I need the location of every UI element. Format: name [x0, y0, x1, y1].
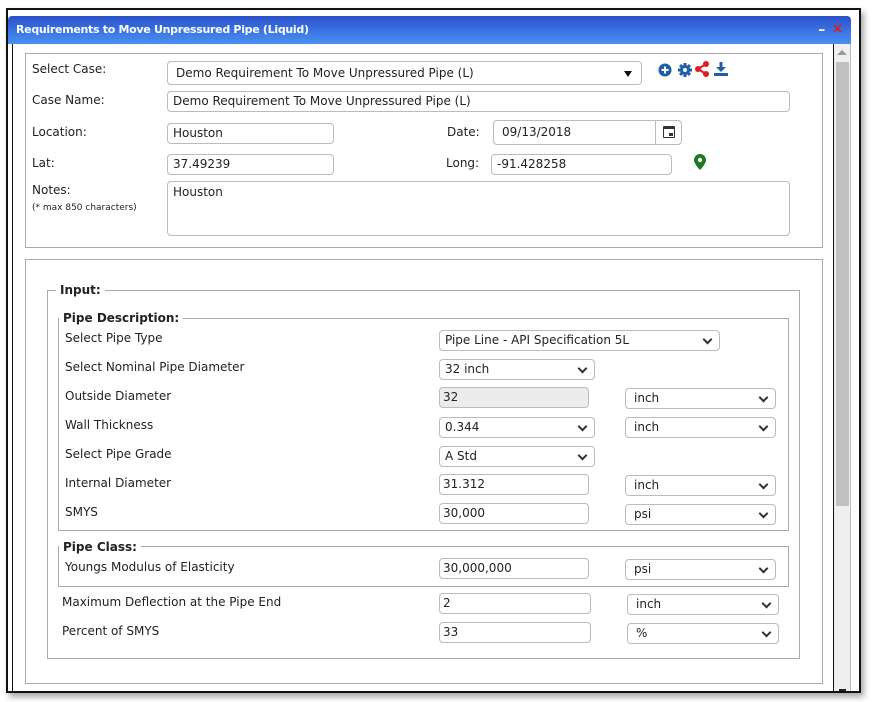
lat-input[interactable]: 37.49239 [167, 154, 334, 175]
dialog-title-bar: Requirements to Move Unpressured Pipe (L… [8, 16, 851, 44]
content-border-left [12, 44, 13, 691]
notes-value: Houston [173, 185, 223, 199]
calendar-icon [663, 126, 675, 138]
vertical-scrollbar[interactable] [834, 44, 851, 691]
scroll-up-arrow-icon[interactable] [837, 50, 847, 55]
chevron-down-icon [758, 479, 769, 490]
nominal-diameter-label: Select Nominal Pipe Diameter [65, 360, 245, 374]
youngs-modulus-value: 30,000,000 [443, 561, 512, 575]
map-pin-icon[interactable] [694, 154, 706, 170]
wall-thickness-unit-select[interactable]: inch [625, 417, 776, 438]
scrollbar-thumb[interactable] [836, 62, 849, 506]
smys-input[interactable]: 30,000 [439, 503, 589, 524]
chevron-down-icon [758, 563, 769, 574]
pipe-description-legend: Pipe Description: [59, 311, 184, 325]
internal-diameter-input[interactable]: 31.312 [439, 474, 589, 495]
internal-diameter-value: 31.312 [443, 477, 485, 491]
download-icon[interactable] [714, 62, 728, 76]
outside-diameter-label: Outside Diameter [65, 389, 172, 403]
close-button[interactable]: × [832, 21, 844, 37]
max-deflection-label: Maximum Deflection at the Pipe End [62, 595, 282, 609]
youngs-modulus-label: Youngs Modulus of Elasticity [65, 560, 235, 574]
outside-diameter-input: 32 [439, 387, 589, 408]
location-value: Houston [173, 126, 223, 140]
wall-thickness-select[interactable]: 0.344 [439, 417, 595, 438]
plus-circle-icon[interactable] [658, 63, 672, 77]
outside-diameter-unit-select[interactable]: inch [625, 388, 776, 409]
notes-label: Notes: [32, 183, 71, 197]
case-name-label: Case Name: [32, 93, 105, 107]
pipe-class-legend: Pipe Class: [59, 540, 141, 554]
dialog-title: Requirements to Move Unpressured Pipe (L… [16, 23, 309, 36]
outside-diameter-unit-value: inch [634, 391, 660, 405]
wall-thickness-unit-value: inch [634, 420, 660, 434]
pipe-type-label: Select Pipe Type [65, 331, 163, 345]
chevron-down-icon [577, 450, 588, 461]
smys-value: 30,000 [443, 506, 485, 520]
percent-smys-unit-value: % [636, 626, 648, 640]
percent-smys-value: 33 [443, 625, 459, 639]
smys-label: SMYS [65, 505, 98, 519]
chevron-down-icon [758, 508, 769, 519]
pipe-type-value: Pipe Line - API Specification 5L [445, 333, 630, 347]
pipe-grade-select[interactable]: A Std [439, 446, 595, 467]
pipe-grade-label: Select Pipe Grade [65, 447, 172, 461]
date-value: 09/13/2018 [502, 125, 572, 139]
max-deflection-input[interactable]: 2 [439, 593, 591, 614]
percent-smys-unit-select[interactable]: % [627, 623, 779, 644]
lat-label: Lat: [32, 156, 55, 170]
max-deflection-unit-select[interactable]: inch [627, 594, 779, 615]
lat-value: 37.49239 [173, 157, 231, 171]
select-case-dropdown[interactable]: Demo Requirement To Move Unpressured Pip… [167, 61, 642, 85]
youngs-modulus-input[interactable]: 30,000,000 [439, 558, 589, 579]
select-case-value: Demo Requirement To Move Unpressured Pip… [176, 66, 474, 80]
percent-smys-input[interactable]: 33 [439, 622, 591, 643]
date-label: Date: [447, 125, 480, 139]
chevron-down-icon [758, 421, 769, 432]
case-name-value: Demo Requirement To Move Unpressured Pip… [173, 94, 471, 108]
case-name-input[interactable]: Demo Requirement To Move Unpressured Pip… [167, 91, 790, 112]
chevron-down-icon [761, 627, 772, 638]
chevron-down-icon [702, 334, 713, 345]
internal-diameter-label: Internal Diameter [65, 476, 172, 490]
share-icon[interactable] [694, 61, 710, 77]
nominal-diameter-value: 32 inch [445, 362, 490, 376]
smys-unit-value: psi [634, 507, 652, 521]
max-deflection-unit-value: inch [636, 597, 662, 611]
long-input[interactable]: -91.428258 [491, 154, 672, 175]
chevron-down-icon [761, 598, 772, 609]
percent-smys-label: Percent of SMYS [62, 624, 160, 638]
wall-thickness-value: 0.344 [445, 420, 480, 434]
youngs-modulus-unit-value: psi [634, 562, 652, 576]
wall-thickness-label: Wall Thickness [65, 418, 154, 432]
scroll-down-arrow-icon[interactable] [839, 689, 846, 691]
pipe-grade-value: A Std [445, 449, 477, 463]
chevron-down-icon [577, 363, 588, 374]
gear-icon[interactable] [678, 63, 692, 77]
internal-diameter-unit-value: inch [634, 478, 660, 492]
notes-hint: (* max 850 characters) [32, 203, 137, 213]
date-input[interactable]: 09/13/2018 [493, 120, 682, 145]
dropdown-arrow-icon [624, 71, 632, 77]
notes-textarea[interactable]: Houston [167, 181, 790, 236]
outside-diameter-value: 32 [443, 390, 459, 404]
max-deflection-value: 2 [443, 596, 451, 610]
pipe-type-select[interactable]: Pipe Line - API Specification 5L [439, 330, 720, 351]
smys-unit-select[interactable]: psi [625, 504, 776, 525]
chevron-down-icon [758, 392, 769, 403]
nominal-diameter-select[interactable]: 32 inch [439, 359, 595, 380]
date-picker-button[interactable] [655, 121, 681, 144]
location-label: Location: [32, 125, 87, 139]
long-label: Long: [446, 156, 480, 170]
location-input[interactable]: Houston [167, 123, 334, 144]
select-case-label: Select Case: [32, 62, 107, 76]
input-legend: Input: [56, 283, 105, 297]
minimize-button[interactable]: – [818, 22, 825, 38]
youngs-modulus-unit-select[interactable]: psi [625, 559, 776, 580]
chevron-down-icon [577, 421, 588, 432]
internal-diameter-unit-select[interactable]: inch [625, 475, 776, 496]
long-value: -91.428258 [497, 157, 567, 171]
